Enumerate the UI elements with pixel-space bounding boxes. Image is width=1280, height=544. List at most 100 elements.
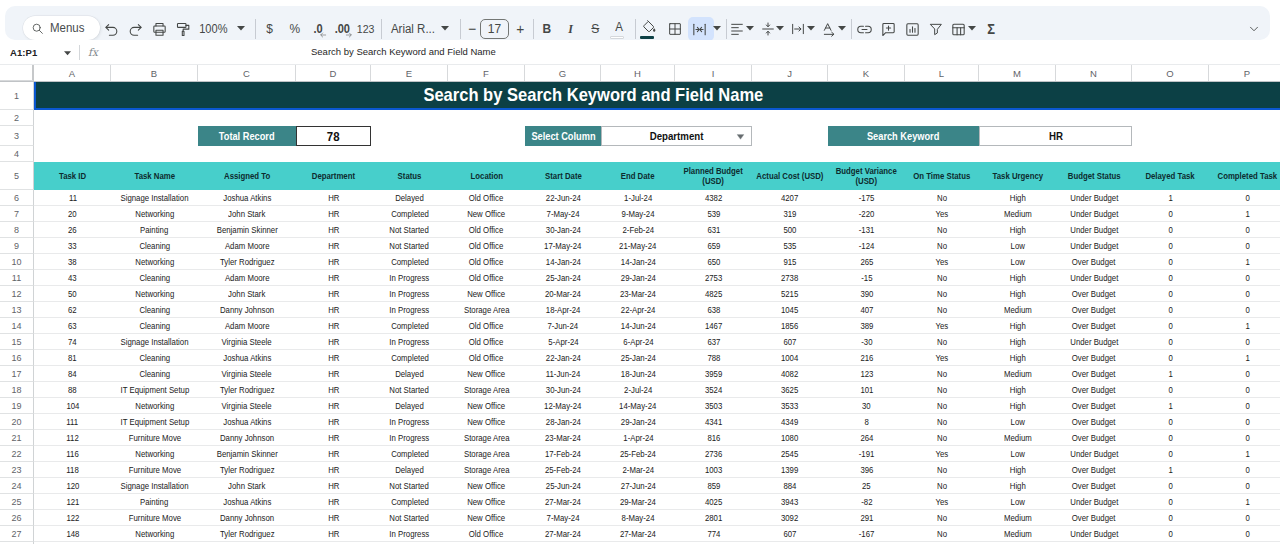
font-size-input[interactable]: 17: [480, 19, 509, 39]
cell[interactable]: 216: [828, 350, 905, 365]
cell[interactable]: Medium: [979, 366, 1056, 381]
cell[interactable]: 788: [675, 350, 752, 365]
cell[interactable]: Joshua Atkins: [198, 414, 296, 429]
cell[interactable]: 1: [1209, 446, 1280, 461]
cell[interactable]: Not Started: [371, 222, 448, 237]
table-header-cell[interactable]: Planned Budget (USD): [675, 162, 752, 190]
row-header-12[interactable]: 12: [0, 286, 34, 302]
cell[interactable]: Joshua Atkins: [198, 350, 296, 365]
total-record-label-cell[interactable]: Total Record: [198, 126, 296, 146]
cell[interactable]: 1003: [675, 462, 752, 477]
table-header-cell[interactable]: Task Urgency: [979, 162, 1056, 190]
cell[interactable]: 265: [828, 254, 905, 269]
cell[interactable]: 1-Jul-24: [601, 190, 675, 205]
cell[interactable]: 0: [1209, 222, 1280, 237]
search-keyword-label-cell[interactable]: Search Keyword: [828, 126, 979, 146]
cell[interactable]: HR: [296, 334, 371, 349]
cell[interactable]: 20: [34, 206, 111, 221]
cell[interactable]: No: [905, 478, 979, 493]
cell[interactable]: 264: [828, 430, 905, 445]
cell[interactable]: 27-Mar-24: [525, 526, 601, 541]
cell[interactable]: Over Budget: [1056, 366, 1132, 381]
cell[interactable]: 11-Jun-24: [525, 366, 601, 381]
cell[interactable]: Not Started: [371, 510, 448, 525]
column-header-H[interactable]: H: [601, 65, 675, 81]
cell[interactable]: 396: [828, 462, 905, 477]
cell[interactable]: 3533: [752, 398, 828, 413]
cell[interactable]: HR: [296, 398, 371, 413]
cell[interactable]: 1080: [752, 430, 828, 445]
cell[interactable]: 25-Jan-24: [525, 270, 601, 285]
cell[interactable]: 1: [1209, 494, 1280, 509]
cell[interactable]: 535: [752, 238, 828, 253]
cell[interactable]: HR: [296, 222, 371, 237]
bold-button[interactable]: B: [535, 17, 559, 41]
cell[interactable]: New Office: [448, 510, 525, 525]
row-header-11[interactable]: 11: [0, 270, 34, 286]
cell[interactable]: Completed: [371, 494, 448, 509]
cell[interactable]: 63: [34, 318, 111, 333]
cell[interactable]: 26: [34, 222, 111, 237]
cell[interactable]: Joshua Atkins: [198, 494, 296, 509]
cell[interactable]: Tyler Rodriguez: [198, 254, 296, 269]
cell[interactable]: Under Budget: [1056, 526, 1132, 541]
cell[interactable]: Yes: [905, 494, 979, 509]
cell[interactable]: Over Budget: [1056, 286, 1132, 301]
cell[interactable]: Low: [979, 494, 1056, 509]
cell[interactable]: No: [905, 510, 979, 525]
cell[interactable]: Networking: [111, 398, 198, 413]
cell[interactable]: 1: [1132, 398, 1209, 413]
cell[interactable]: Networking: [111, 206, 198, 221]
cell[interactable]: Networking: [111, 446, 198, 461]
cell[interactable]: Over Budget: [1056, 462, 1132, 477]
cell[interactable]: -191: [828, 446, 905, 461]
cell[interactable]: 0: [1132, 510, 1209, 525]
cell[interactable]: Low: [979, 254, 1056, 269]
cell[interactable]: 27-Mar-24: [525, 494, 601, 509]
cell[interactable]: 111: [34, 414, 111, 429]
row-header-7[interactable]: 7: [0, 206, 34, 222]
cell[interactable]: Old Office: [448, 350, 525, 365]
cell[interactable]: HR: [296, 446, 371, 461]
cell[interactable]: Delayed: [371, 190, 448, 205]
cell[interactable]: 1: [1132, 462, 1209, 477]
format-percent-button[interactable]: %: [283, 17, 307, 41]
cell[interactable]: 0: [1132, 478, 1209, 493]
cell[interactable]: 1: [1209, 254, 1280, 269]
cell[interactable]: 2545: [752, 446, 828, 461]
search-keyword-value-cell[interactable]: HR: [979, 126, 1132, 146]
cell[interactable]: 112: [34, 430, 111, 445]
cell[interactable]: Not Started: [371, 238, 448, 253]
cell[interactable]: No: [905, 526, 979, 541]
cell[interactable]: 0: [1132, 446, 1209, 461]
cell[interactable]: 650: [675, 254, 752, 269]
cell[interactable]: Over Budget: [1056, 414, 1132, 429]
row-header-21[interactable]: 21: [0, 430, 34, 446]
cell[interactable]: 17-Feb-24: [525, 446, 601, 461]
cell[interactable]: Not Started: [371, 478, 448, 493]
cell[interactable]: Storage Area: [448, 430, 525, 445]
zoom-control[interactable]: 100%: [195, 17, 231, 41]
cell[interactable]: Low: [979, 446, 1056, 461]
row-header-27[interactable]: 27: [0, 526, 34, 542]
row-header-20[interactable]: 20: [0, 414, 34, 430]
cell[interactable]: 30: [828, 398, 905, 413]
column-header-C[interactable]: C: [198, 65, 296, 81]
cell[interactable]: In Progress: [371, 414, 448, 429]
cell[interactable]: Virginia Steele: [198, 366, 296, 381]
cell[interactable]: 8: [828, 414, 905, 429]
cell[interactable]: 3524: [675, 382, 752, 397]
cell[interactable]: 29-Mar-24: [601, 494, 675, 509]
cell[interactable]: Over Budget: [1056, 318, 1132, 333]
paint-format-button[interactable]: [171, 17, 195, 41]
cell[interactable]: Over Budget: [1056, 510, 1132, 525]
cell[interactable]: 1856: [752, 318, 828, 333]
name-box-caret-icon[interactable]: [64, 51, 71, 56]
cell[interactable]: 500: [752, 222, 828, 237]
select-column-label-cell[interactable]: Select Column: [525, 126, 601, 146]
cell[interactable]: Joshua Atkins: [198, 190, 296, 205]
cell[interactable]: -167: [828, 526, 905, 541]
table-header-cell[interactable]: On Time Status: [905, 162, 979, 190]
cell[interactable]: 0: [1209, 430, 1280, 445]
insert-comment-button[interactable]: [876, 17, 900, 41]
